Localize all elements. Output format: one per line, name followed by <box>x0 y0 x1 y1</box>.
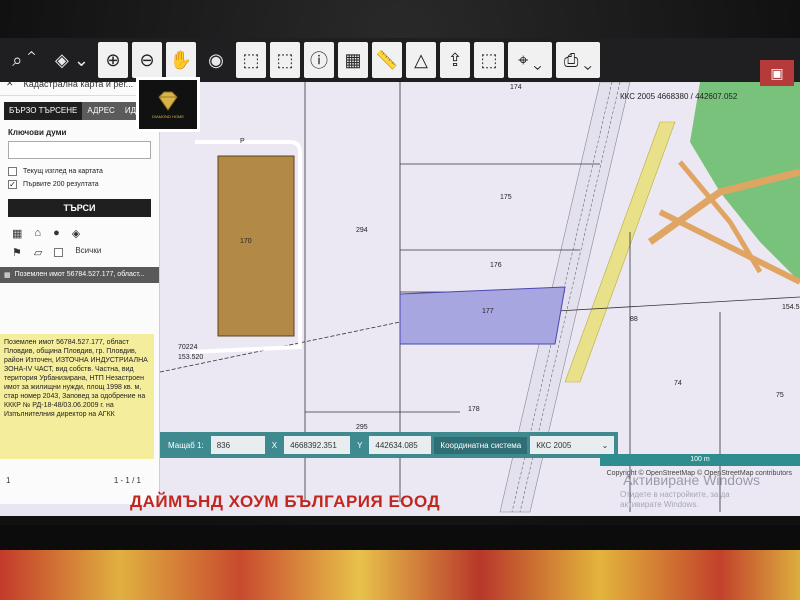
filter-icons-row2: ⚑ ▱ Всички <box>0 240 159 259</box>
clear-selection-icon[interactable]: ⬚ <box>474 42 504 78</box>
logo-text: DIAMOND HOME <box>152 113 184 119</box>
tab-address[interactable]: АДРЕС <box>82 102 120 120</box>
ruler-icon[interactable]: 📏 <box>372 42 402 78</box>
current-view-checkbox[interactable] <box>8 167 17 176</box>
select-area-icon[interactable]: ⬚ <box>236 42 266 78</box>
coord-system-select[interactable]: ККС 2005 ⌄ <box>530 436 615 454</box>
location-icon[interactable]: ⌖ ⌄ <box>508 42 552 78</box>
pager-page[interactable]: 1 <box>6 476 10 485</box>
layers-icon[interactable]: ◈ <box>72 227 80 240</box>
x-coordinate-field[interactable]: 4668392.351 <box>284 436 351 454</box>
current-view-option[interactable]: Текущ изглед на картата <box>0 163 159 176</box>
map-toolbar: ⌕ ⌃ ◈ ⌄ ⊕ ⊖ ✋ ◉ ⬚ ⬚ ⓘ ▦ 📏 △ ⇪ ⬚ ⌖ ⌄ ⎙ ⌄ <box>0 38 800 82</box>
upload-icon[interactable]: ⇪ <box>440 42 470 78</box>
photo-frame: 174 175 176 177 178 294 295 170 88 74 75… <box>0 0 800 600</box>
search-button[interactable]: ТЪРСИ <box>8 199 151 217</box>
desk-surface <box>0 550 800 600</box>
road-label: Р <box>240 138 245 145</box>
coord-system-value: ККС 2005 <box>536 440 572 450</box>
parcel-label-175: 175 <box>500 194 512 201</box>
zoom-in-icon[interactable]: ⊕ <box>98 42 128 78</box>
first-200-label: Първите 200 резултата <box>23 181 99 188</box>
parcel-label-295: 295 <box>356 424 368 431</box>
select-parcel-icon[interactable]: ⬚ <box>270 42 300 78</box>
company-logo: DIAMOND HOME <box>136 77 200 132</box>
x-label: X <box>271 440 278 450</box>
parcel-label-176: 176 <box>490 262 502 269</box>
polygon-icon[interactable]: ▱ <box>34 246 42 259</box>
filter-icons: ▦ ⌂ ● ◈ <box>0 217 159 240</box>
diamond-icon <box>158 91 178 111</box>
point-label-right: 154.5 <box>782 304 800 311</box>
building-170 <box>217 155 295 337</box>
coord-system-label: Координатна система <box>434 436 528 454</box>
results-header[interactable]: ▦ Поземлен имот 56784.527.177, област... <box>0 267 159 283</box>
keywords-input[interactable] <box>8 141 151 159</box>
map-copyright: Copyright © OpenStreetMap © OpenStreetMa… <box>606 470 792 477</box>
grid-icon[interactable]: ▦ <box>12 227 22 240</box>
zoom-out-icon[interactable]: ⊖ <box>132 42 162 78</box>
windows-activation-text: Отидете в настройките, за да активирате … <box>620 490 730 509</box>
parcel-label-88: 88 <box>630 316 638 323</box>
chevron-down-icon: ⌄ <box>601 440 609 450</box>
y-label: Y <box>357 440 363 450</box>
globe-icon[interactable]: ◉ <box>200 42 232 78</box>
watermark: ДАЙМЪНД ХОУМ БЪЛГАРИЯ ЕООД <box>130 492 441 511</box>
pager-range: 1 - 1 / 1 <box>113 476 141 485</box>
tab-quick-search[interactable]: БЪРЗО ТЪРСЕНЕ <box>4 102 83 120</box>
panel-tabs: БЪРЗО ТЪРСЕНЕ АДРЕС ИДЕН <box>4 102 155 120</box>
table-select-icon[interactable]: ▦ <box>338 42 368 78</box>
parcel-label-177: 177 <box>482 308 494 315</box>
parcel-177-selected <box>399 286 566 345</box>
point-label-number: 70224 <box>178 344 198 351</box>
laptop-screen: 174 175 176 177 178 294 295 170 88 74 75… <box>0 38 800 516</box>
layers-icon[interactable]: ◈ ⌄ <box>50 42 94 78</box>
results-pager: 1 1 - 1 / 1 <box>6 476 141 485</box>
current-view-label: Текущ изглед на картата <box>23 168 103 175</box>
results-header-text: Поземлен имот 56784.527.177, област... <box>14 271 145 278</box>
parcel-info-box: Поземлен имот 56784.527.177, област Плов… <box>0 334 154 459</box>
parcel-label-174: 174 <box>510 84 522 91</box>
info-icon[interactable]: ⓘ <box>304 42 334 78</box>
parcel-label-294: 294 <box>356 227 368 234</box>
parcel-label-170: 170 <box>240 238 252 245</box>
location-pin-icon[interactable]: ● <box>53 227 60 240</box>
parcel-label-178: 178 <box>468 406 480 413</box>
pan-hand-icon[interactable]: ✋ <box>166 42 196 78</box>
home-icon[interactable]: ⌂ <box>34 227 41 240</box>
coordinate-bar: Мащаб 1: 836 X 4668392.351 Y 442634.085 … <box>160 432 619 458</box>
print-icon[interactable]: ⎙ ⌄ <box>556 42 600 78</box>
scale-input[interactable]: 836 <box>210 436 265 454</box>
scale-bar: 100 m <box>600 454 800 466</box>
y-coordinate-field[interactable]: 442634.085 <box>369 436 432 454</box>
search-icon[interactable]: ⌕ ⌃ <box>2 42 46 78</box>
all-label: Всички <box>75 246 102 255</box>
scale-label: Мащаб 1: <box>168 440 204 450</box>
search-panel: ✕ Кадастрална карта и рег... БЪРЗО ТЪРСЕ… <box>0 72 160 504</box>
parcel-label-75: 75 <box>776 392 784 399</box>
all-checkbox[interactable] <box>54 248 64 257</box>
map-header-coord: ККС 2005 4668380 / 442607.052 <box>620 92 738 101</box>
window-icon[interactable]: ▣ <box>760 60 794 86</box>
measure-area-icon[interactable]: △ <box>406 42 436 78</box>
parcel-label-74: 74 <box>674 380 682 387</box>
cadastral-map[interactable]: 174 175 176 177 178 294 295 170 88 74 75… <box>159 81 800 516</box>
grid-icon: ▦ <box>4 272 11 279</box>
first-200-checkbox[interactable]: ✓ <box>8 180 17 189</box>
flag-icon[interactable]: ⚑ <box>12 246 22 259</box>
point-label-elevation: 153.520 <box>178 354 204 361</box>
first-200-option[interactable]: ✓ Първите 200 резултата <box>0 176 159 189</box>
